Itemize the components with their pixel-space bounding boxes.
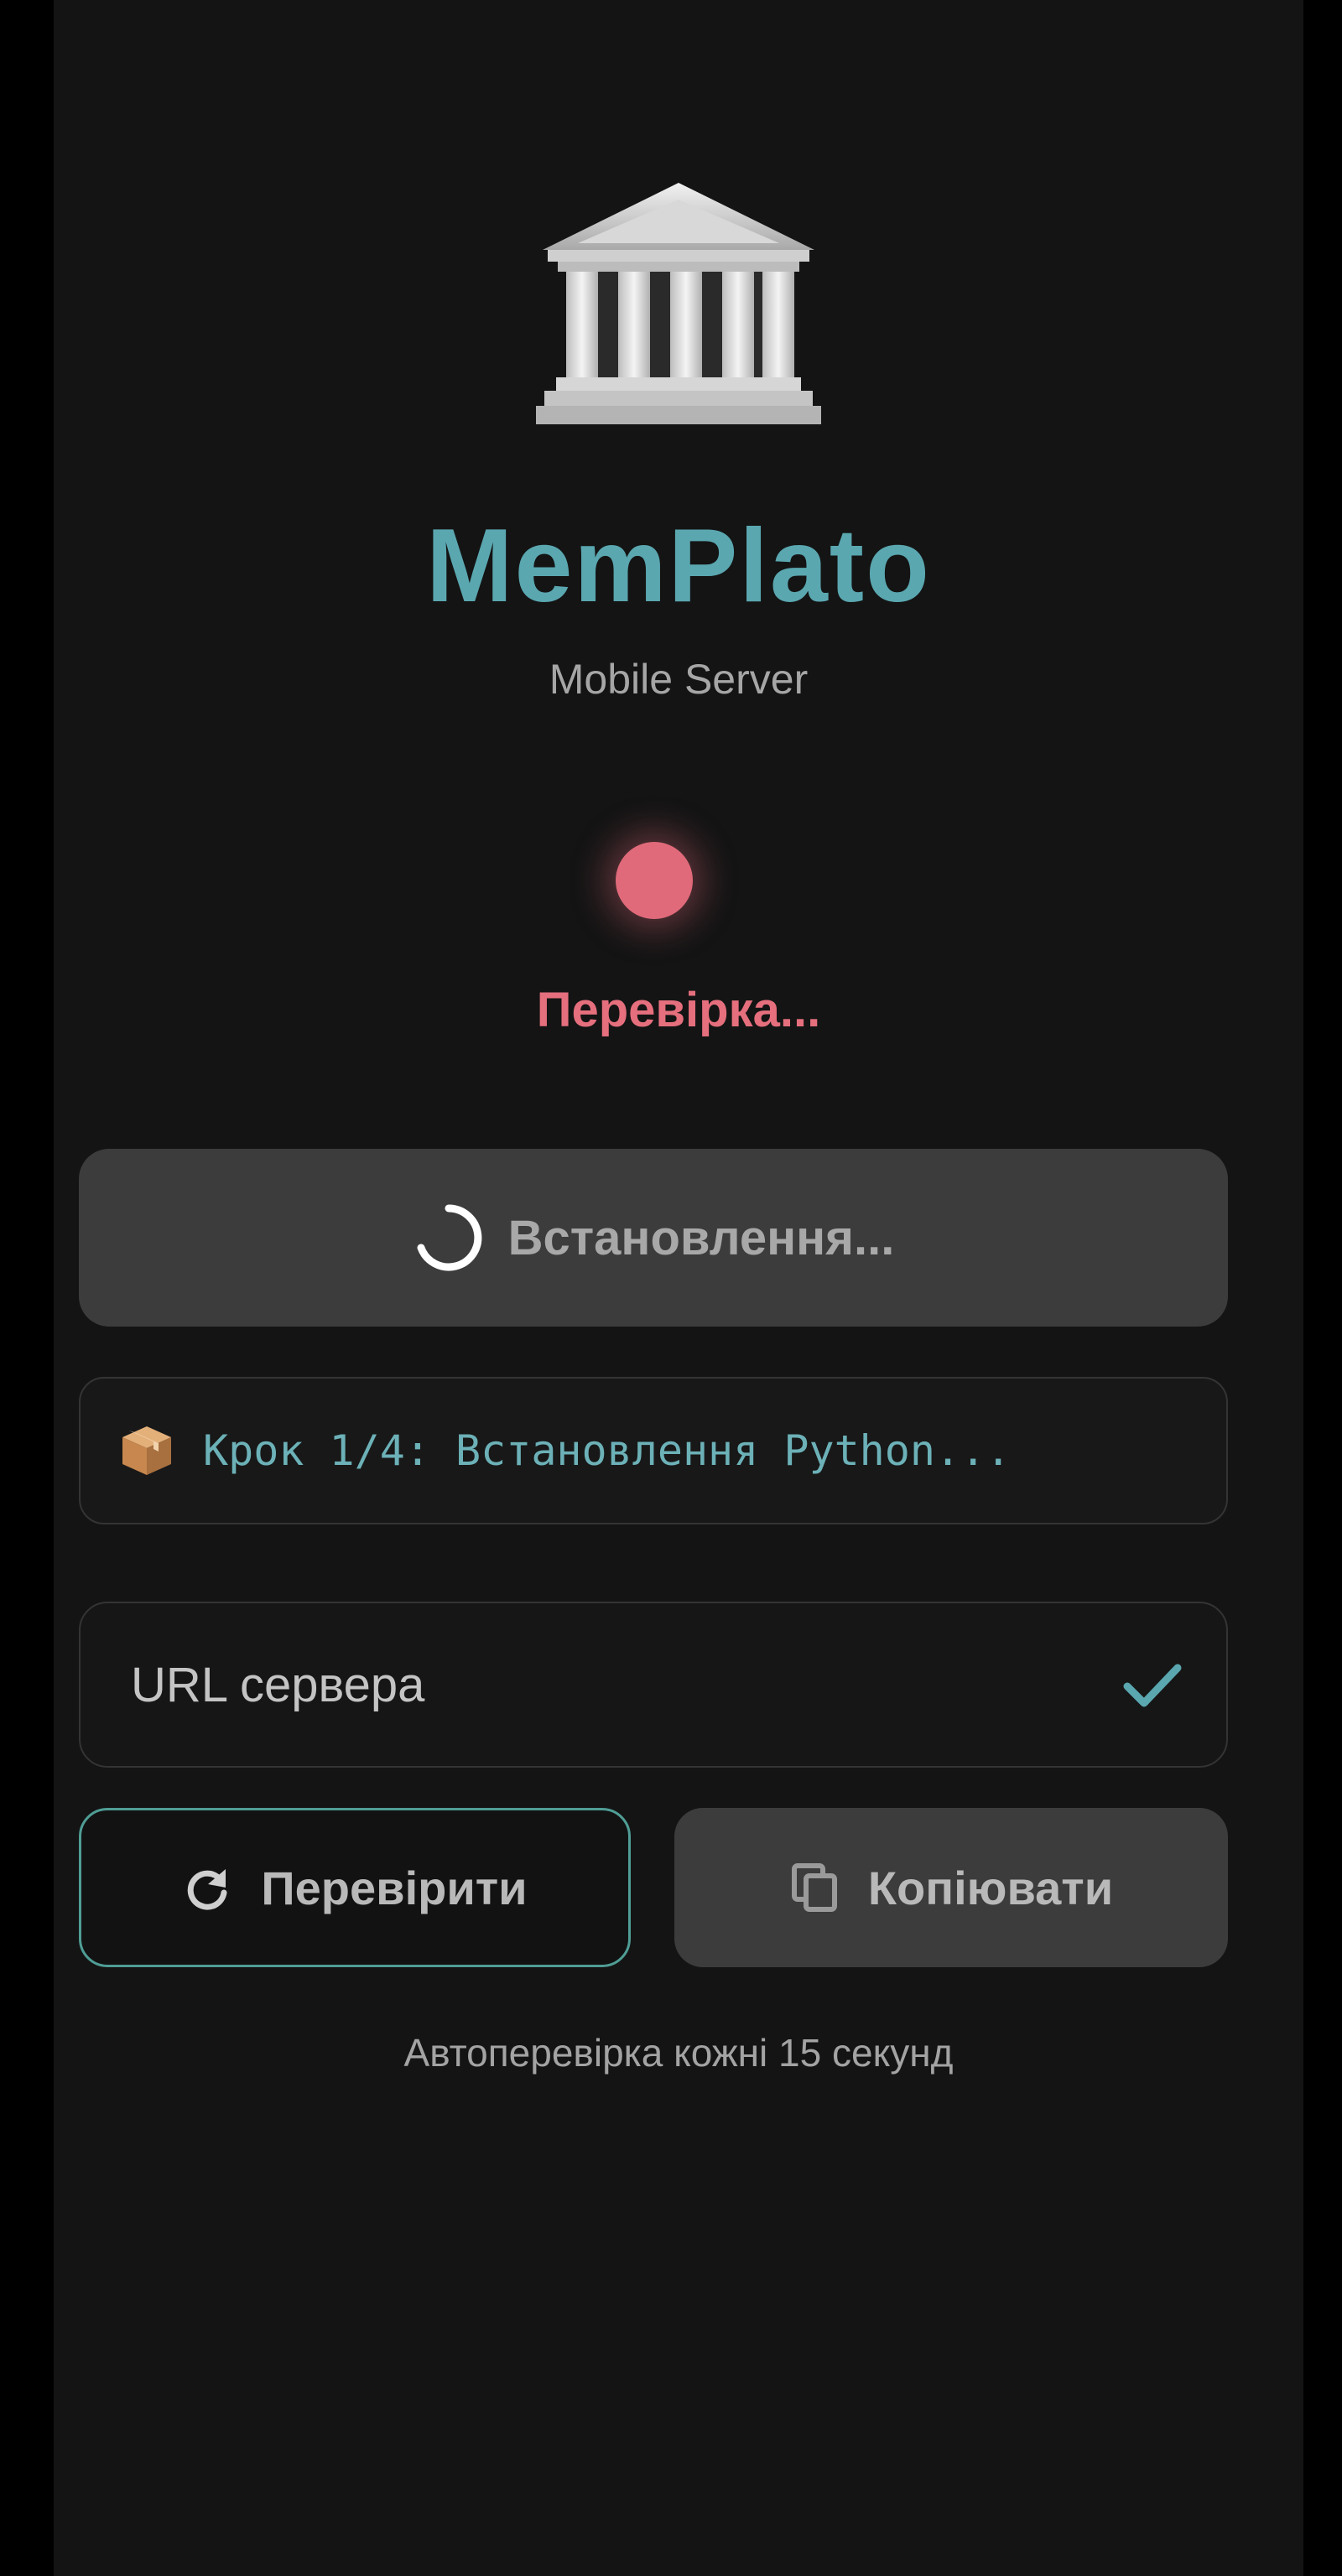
app-subtitle: Mobile Server — [549, 656, 809, 703]
refresh-icon — [188, 1869, 227, 1910]
step-text: Крок 1/4: Встановлення Python... — [203, 1426, 1012, 1475]
server-url-label: URL сервера — [131, 1657, 425, 1712]
spinner-icon — [417, 1204, 481, 1271]
install-button-label: Встановлення... — [507, 1210, 895, 1265]
install-step-status: Крок 1/4: Встановлення Python... — [79, 1377, 1228, 1524]
check-button-label: Перевірити — [261, 1861, 528, 1914]
check-icon — [1123, 1664, 1182, 1707]
status-indicator-dot — [616, 842, 693, 919]
app-screen: MemPlato Mobile Server Перевірка... Вста… — [54, 0, 1303, 2576]
copy-button-label: Копіювати — [867, 1861, 1114, 1914]
auto-check-info: Автоперевірка кожні 15 секунд — [403, 2031, 954, 2075]
copy-icon — [791, 1863, 837, 1912]
server-url-field[interactable]: URL сервера — [79, 1602, 1228, 1768]
app-title: MemPlato — [426, 508, 931, 624]
install-button[interactable]: Встановлення... — [79, 1149, 1228, 1327]
status-text: Перевірка... — [536, 983, 821, 1037]
package-icon — [122, 1426, 171, 1475]
classical-building-icon — [536, 183, 821, 424]
copy-button[interactable]: Копіювати — [674, 1808, 1228, 1967]
check-button[interactable]: Перевірити — [79, 1808, 631, 1967]
